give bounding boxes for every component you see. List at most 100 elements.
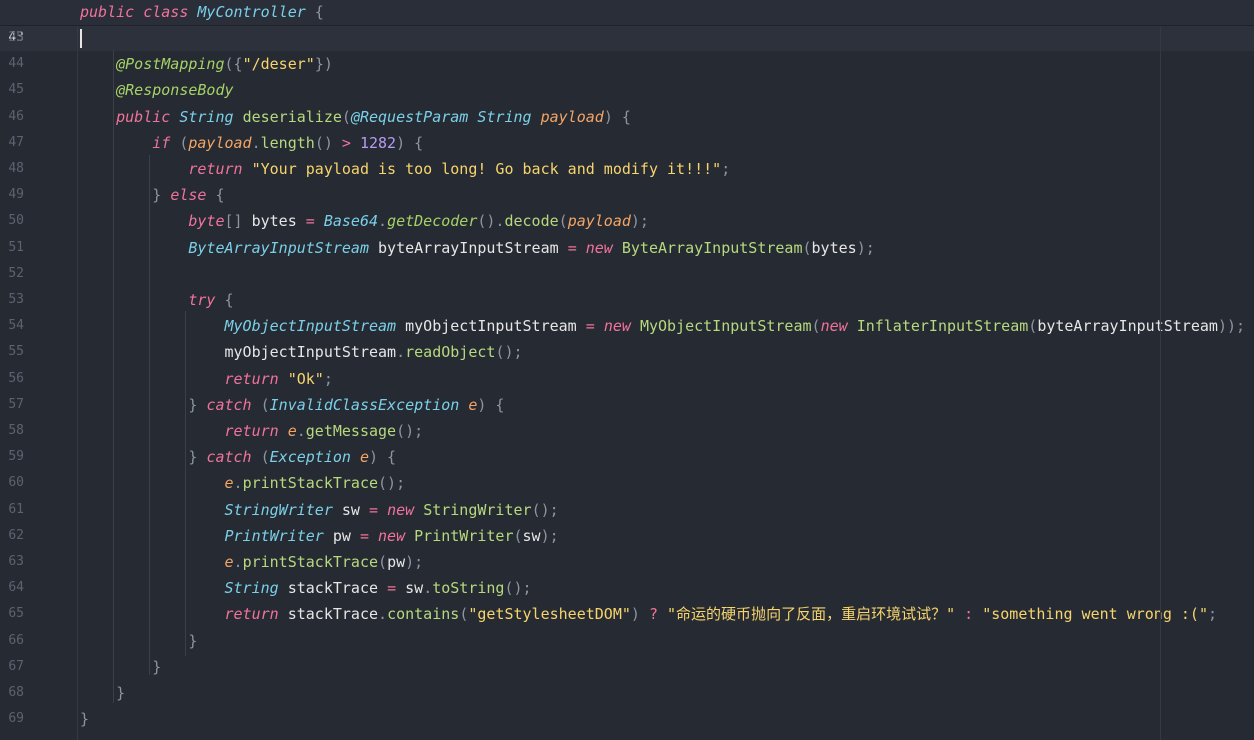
code-line[interactable]: 67 } (0, 654, 1254, 680)
code-token: catch (206, 395, 261, 414)
code-token: . (423, 579, 433, 598)
code-token: e (359, 448, 369, 467)
code-line[interactable]: 51 ByteArrayInputStream byteArrayInputSt… (0, 235, 1254, 261)
code-line[interactable]: 54 MyObjectInputStream myObjectInputStre… (0, 313, 1254, 339)
code-line[interactable]: 53 try { (0, 287, 1254, 313)
code-line[interactable]: 47 if (payload.length() > 1282) { (0, 130, 1254, 156)
code-token: ); (540, 526, 559, 545)
code-token: ; (1207, 605, 1218, 624)
code-token: MyObjectInputStream (224, 317, 406, 336)
line-code: myObjectInputStream.readObject(); (80, 339, 523, 365)
code-token: payload (567, 212, 631, 231)
code-editor[interactable]: 25 public class MyController { 43 44 @Pos… (0, 0, 1254, 740)
code-token: "/deser" (242, 55, 315, 74)
line-code: MyObjectInputStream myObjectInputStream … (80, 313, 1246, 339)
line-number: 67 (8, 658, 24, 674)
code-token: MyController (197, 3, 306, 21)
code-token: @PostMapping (116, 55, 225, 74)
code-token: ( (558, 212, 568, 231)
code-token: deserialize (242, 107, 342, 126)
line-code: byte[] bytes = Base64.getDecoder().decod… (80, 208, 649, 234)
code-token: PrintWriter (414, 526, 514, 545)
current-line[interactable]: 43 (0, 25, 1254, 51)
code-token: (). (477, 212, 505, 231)
line-code: } (80, 706, 89, 732)
line-number: 68 (8, 685, 24, 700)
code-line[interactable]: 61 StringWriter sw = new StringWriter(); (0, 497, 1254, 523)
text-caret (80, 29, 82, 48)
code-line[interactable]: 59 } catch (Exception e) { (0, 444, 1254, 470)
line-number: 53 (8, 292, 24, 307)
code-line[interactable]: 57 } catch (InvalidClassException e) { (0, 392, 1254, 418)
line-number: 63 (8, 554, 24, 569)
code-line[interactable]: 65 return stackTrace.contains("getStyles… (0, 601, 1254, 627)
code-token: myObjectInputStream (224, 343, 397, 362)
code-line[interactable]: 56 return "Ok"; (0, 366, 1254, 392)
code-line[interactable]: 52 (0, 261, 1254, 287)
code-token: ) { (477, 395, 505, 414)
code-line[interactable]: 69} (0, 706, 1254, 732)
code-token: ); (856, 238, 875, 257)
code-token: }) (314, 55, 333, 74)
code-line[interactable]: 46 public String deserialize(@RequestPar… (0, 104, 1254, 130)
code-line[interactable]: 49 } else { (0, 182, 1254, 208)
code-token: = (567, 238, 586, 257)
code-line[interactable]: 66 } (0, 628, 1254, 654)
line-code: return "Ok"; (80, 366, 333, 392)
code-token: new (378, 526, 415, 545)
code-token: { (206, 186, 225, 205)
line-number: 25 (8, 30, 24, 45)
code-token: sw (405, 579, 424, 598)
code-token: ( (1028, 317, 1038, 336)
line-code: ByteArrayInputStream byteArrayInputStrea… (80, 235, 875, 261)
line-code: public String deserialize(@RequestParam … (80, 104, 631, 130)
code-line[interactable]: 50 byte[] bytes = Base64.getDecoder().de… (0, 208, 1254, 234)
code-token: byte (188, 212, 225, 231)
code-token: String (477, 107, 541, 126)
code-token: [] (224, 212, 252, 231)
code-line[interactable]: 44 @PostMapping({"/deser"}) (0, 51, 1254, 77)
code-token: e (287, 422, 297, 440)
code-token: . (378, 212, 388, 231)
line-code: @ResponseBody (80, 77, 233, 103)
code-line[interactable]: 58 return e.getMessage(); (0, 418, 1254, 444)
code-token: payload (540, 107, 604, 126)
code-token: } (80, 710, 90, 729)
code-line[interactable]: 62 PrintWriter pw = new PrintWriter(sw); (0, 523, 1254, 549)
code-line[interactable]: 55 myObjectInputStream.readObject(); (0, 339, 1254, 365)
code-token: ( (260, 395, 270, 414)
line-number: 58 (8, 423, 24, 438)
right-margin-guide (1160, 25, 1161, 740)
code-token: ) { (396, 133, 424, 152)
code-line[interactable]: 68 } (0, 680, 1254, 706)
sticky-scope-header[interactable]: 25 public class MyController { (0, 0, 1254, 45)
code-token: "Your payload is too long! Go back and m… (251, 160, 722, 178)
code-line[interactable]: 48 return "Your payload is too long! Go … (0, 156, 1254, 182)
code-line[interactable]: 64 String stackTrace = sw.toString(); (0, 575, 1254, 601)
line-code: e.printStackTrace(pw); (80, 549, 424, 575)
indent-guide (185, 311, 186, 656)
code-token: new (387, 500, 424, 519)
code-line[interactable]: 63 e.printStackTrace(pw); (0, 549, 1254, 575)
sticky-code: public class MyController { (80, 0, 324, 25)
code-token: readObject (405, 343, 496, 362)
code-token: "getStylesheetDOM" (468, 605, 631, 624)
code-token: pw (332, 526, 360, 545)
code-line[interactable]: 60 e.printStackTrace(); (0, 470, 1254, 496)
code-token: = (369, 500, 388, 519)
line-code: if (payload.length() > 1282) { (80, 130, 423, 156)
code-token: . (296, 422, 306, 440)
code-line[interactable]: 45 @ResponseBody (0, 77, 1254, 103)
